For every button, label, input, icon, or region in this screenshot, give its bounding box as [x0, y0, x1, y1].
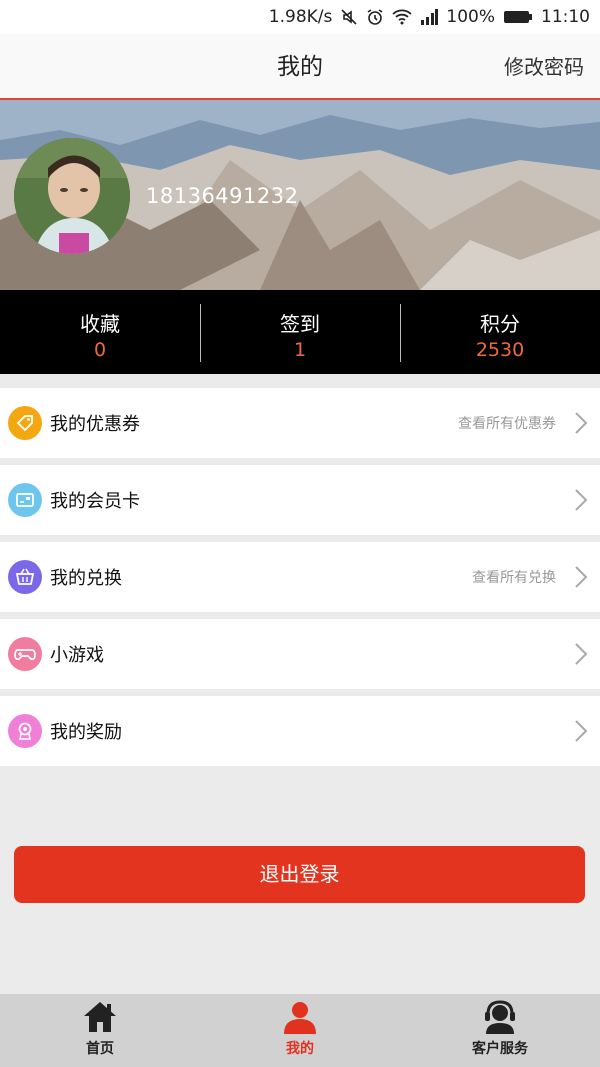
menu-label: 我的会员卡 — [50, 491, 140, 512]
basket-icon — [8, 560, 42, 594]
chevron-right-icon — [575, 412, 588, 434]
mute-icon — [340, 8, 358, 26]
stat-favorites[interactable]: 收藏 0 — [0, 290, 200, 374]
menu-item-coupons[interactable]: 我的优惠券 查看所有优惠券 — [0, 388, 600, 458]
alarm-icon — [366, 8, 384, 26]
chevron-right-icon — [575, 566, 588, 588]
home-icon — [84, 1002, 116, 1032]
chevron-right-icon — [575, 489, 588, 511]
menu-list: 我的优惠券 查看所有优惠券 我的会员卡 我的兑换 查看所有兑换 小游戏 我的奖励 — [0, 388, 600, 773]
stat-value: 1 — [293, 339, 307, 361]
stat-points[interactable]: 积分 2530 — [400, 290, 600, 374]
award-icon — [8, 714, 42, 748]
tab-customer-service[interactable]: 客户服务 — [400, 994, 600, 1067]
tab-label: 我的 — [286, 1041, 314, 1057]
stat-label: 签到 — [280, 312, 320, 336]
signal-icon — [420, 9, 439, 25]
app-header: 我的 修改密码 — [0, 34, 600, 100]
stat-value: 2530 — [475, 339, 525, 361]
tab-label: 客户服务 — [472, 1041, 528, 1057]
wifi-icon — [392, 9, 413, 25]
tab-mine[interactable]: 我的 — [200, 994, 400, 1067]
tab-home[interactable]: 首页 — [0, 994, 200, 1067]
stat-label: 收藏 — [80, 312, 120, 336]
user-icon — [284, 1002, 316, 1034]
menu-label: 我的兑换 — [50, 568, 122, 589]
avatar[interactable] — [14, 138, 130, 254]
menu-hint[interactable]: 查看所有优惠券 — [458, 413, 556, 433]
coupon-icon — [8, 406, 42, 440]
chevron-right-icon — [575, 720, 588, 742]
menu-hint[interactable]: 查看所有兑换 — [472, 567, 556, 587]
change-password-button[interactable]: 修改密码 — [504, 34, 584, 100]
menu-item-rewards[interactable]: 我的奖励 — [0, 696, 600, 766]
user-phone: 18136491232 — [146, 184, 299, 208]
card-icon — [8, 483, 42, 517]
battery-icon — [503, 9, 533, 25]
network-speed: 1.98K/s — [268, 7, 333, 27]
stat-checkin[interactable]: 签到 1 — [200, 290, 400, 374]
profile-banner: 18136491232 — [0, 100, 600, 290]
menu-item-exchange[interactable]: 我的兑换 查看所有兑换 — [0, 542, 600, 612]
headset-icon — [485, 1000, 515, 1034]
menu-label: 我的奖励 — [50, 722, 122, 743]
logout-button[interactable]: 退出登录 — [14, 846, 585, 903]
menu-label: 我的优惠券 — [50, 414, 140, 435]
clock: 11:10 — [541, 7, 590, 27]
tab-label: 首页 — [86, 1041, 114, 1057]
battery-percent: 100% — [446, 7, 495, 27]
gamepad-icon — [8, 637, 42, 671]
bottom-tab-bar: 首页 我的 客户服务 — [0, 994, 600, 1067]
menu-item-minigame[interactable]: 小游戏 — [0, 619, 600, 689]
chevron-right-icon — [575, 643, 588, 665]
status-bar: 1.98K/s 100% 11:10 — [0, 0, 600, 34]
stat-value: 0 — [93, 339, 107, 361]
stats-bar: 收藏 0 签到 1 积分 2530 — [0, 290, 600, 374]
menu-item-member-card[interactable]: 我的会员卡 — [0, 465, 600, 535]
menu-label: 小游戏 — [50, 645, 104, 666]
stat-label: 积分 — [480, 312, 520, 336]
